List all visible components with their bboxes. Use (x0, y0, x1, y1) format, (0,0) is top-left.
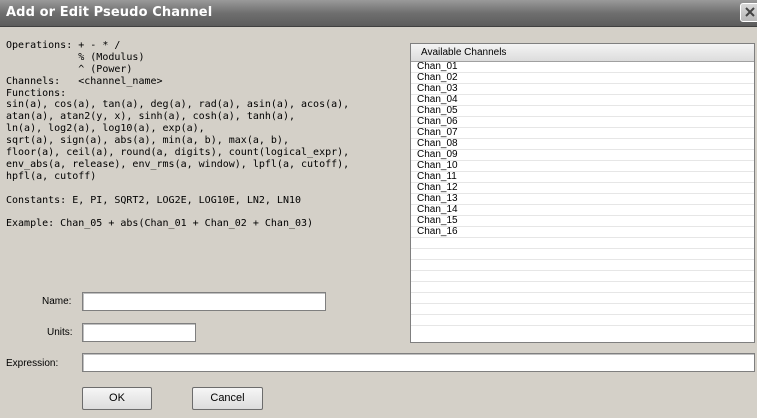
ok-button[interactable]: OK (82, 387, 152, 410)
units-label: Units: (47, 327, 73, 338)
window-title: Add or Edit Pseudo Channel (6, 5, 213, 20)
help-line: ^ (Power) (6, 63, 133, 75)
channel-list-item[interactable]: Chan_11 (411, 172, 754, 183)
empty-list-row (411, 249, 754, 260)
empty-list-row (411, 260, 754, 271)
help-line: Operations: + - * / (6, 40, 121, 51)
empty-list-row (411, 238, 754, 249)
channel-list-item[interactable]: Chan_04 (411, 95, 754, 106)
expression-input[interactable] (82, 353, 755, 372)
help-line: env_abs(a, release), env_rms(a, window),… (6, 158, 350, 170)
help-line: floor(a), ceil(a), round(a, digits), cou… (6, 147, 350, 159)
channel-list-item[interactable]: Chan_08 (411, 139, 754, 150)
channel-list-item[interactable]: Chan_03 (411, 84, 754, 95)
help-line: sin(a), cos(a), tan(a), deg(a), rad(a), … (6, 99, 350, 111)
channel-list-item[interactable]: Chan_15 (411, 216, 754, 227)
title-bar: Add or Edit Pseudo Channel (0, 0, 757, 27)
channel-list-item[interactable]: Chan_16 (411, 227, 754, 238)
channel-list-item[interactable]: Chan_02 (411, 73, 754, 84)
channel-list-item[interactable]: Chan_14 (411, 205, 754, 216)
help-line: sqrt(a), sign(a), abs(a), min(a, b), max… (6, 135, 289, 147)
expression-label: Expression: (6, 358, 59, 369)
help-line: Example: Chan_05 + abs(Chan_01 + Chan_02… (6, 218, 314, 230)
units-input[interactable] (82, 323, 196, 342)
help-line: Constants: E, PI, SQRT2, LOG2E, LOG10E, … (6, 194, 302, 206)
name-input[interactable] (82, 292, 326, 311)
list-header: Available Channels (411, 44, 754, 62)
help-line: ln(a), log2(a), log10(a), exp(a), (6, 123, 205, 135)
help-line (6, 206, 406, 218)
close-icon (745, 7, 755, 17)
empty-list-row (411, 293, 754, 304)
help-line: % (Modulus) (6, 51, 145, 63)
channel-list-item[interactable]: Chan_10 (411, 161, 754, 172)
help-text: Operations: + - * / % (Modulus) ^ (Power… (6, 40, 406, 230)
channel-list-item[interactable]: Chan_07 (411, 128, 754, 139)
channel-list-item[interactable]: Chan_12 (411, 183, 754, 194)
channel-list-item[interactable]: Chan_09 (411, 150, 754, 161)
channel-list-item[interactable]: Chan_06 (411, 117, 754, 128)
help-line: hpfl(a, cutoff) (6, 170, 97, 182)
empty-list-row (411, 315, 754, 326)
help-line (6, 183, 406, 195)
help-line: Functions: (6, 87, 67, 99)
help-line: Channels: <channel_name> (6, 75, 163, 87)
channel-list-item[interactable]: Chan_01 (411, 62, 754, 73)
cancel-button[interactable]: Cancel (192, 387, 263, 410)
available-channels-list[interactable]: Available Channels Chan_01 Chan_02 Chan_03… (410, 43, 755, 343)
channel-list-item[interactable]: Chan_13 (411, 194, 754, 205)
empty-list-row (411, 282, 754, 293)
channel-list-item[interactable]: Chan_05 (411, 106, 754, 117)
close-button[interactable] (740, 3, 757, 22)
empty-list-row (411, 304, 754, 315)
name-label: Name: (42, 296, 72, 307)
help-line: atan(a), atan2(y, x), sinh(a), cosh(a), … (6, 111, 295, 123)
empty-list-row (411, 271, 754, 282)
